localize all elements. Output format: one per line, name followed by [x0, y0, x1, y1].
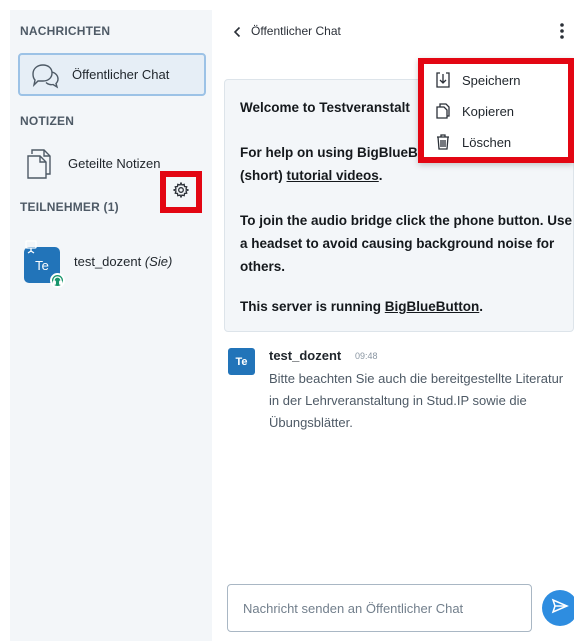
avatar: Te [24, 240, 65, 288]
welcome-line-3: (short) tutorial videos. [240, 164, 574, 187]
welcome-line-4: To join the audio bridge click the phone… [240, 213, 573, 274]
trash-icon [434, 133, 452, 151]
gear-icon [172, 181, 190, 203]
chat-message-input[interactable] [227, 584, 532, 632]
menu-item-save[interactable]: Speichern [434, 68, 521, 92]
menu-item-label: Löschen [462, 134, 512, 150]
menu-item-label: Speichern [462, 72, 521, 88]
notes-section-title: NOTIZEN [20, 114, 75, 128]
chat-header-title: Öffentlicher Chat [251, 24, 341, 38]
participant-name: test_dozent (Sie) [74, 254, 172, 269]
participants-section-title: TEILNEHMER (1) [20, 200, 119, 214]
welcome-text: . [378, 168, 383, 183]
message-time: 09:48 [355, 351, 378, 361]
participant-item[interactable]: Te test_dozent (Sie) [24, 235, 209, 288]
avatar-initials: Te [35, 257, 49, 273]
welcome-course-name: Testveranstalt [319, 100, 410, 115]
bigbluebutton-link[interactable]: BigBlueButton [385, 299, 479, 314]
sidebar: NACHRICHTEN Öffentlicher Chat NOTIZEN Ge… [10, 10, 212, 641]
menu-item-label: Kopieren [462, 103, 515, 119]
presenter-icon [25, 240, 37, 254]
welcome-line-5: This server is running BigBlueButton. [240, 295, 574, 318]
sidebar-item-public-chat[interactable]: Öffentlicher Chat [18, 53, 206, 96]
more-options-icon[interactable] [559, 22, 565, 45]
sidebar-item-label: Geteilte Notizen [68, 156, 161, 171]
participants-settings-button[interactable] [160, 171, 202, 213]
welcome-text: Welcome to [240, 100, 320, 115]
welcome-text: This server is running [240, 299, 385, 314]
chat-bubbles-icon [30, 63, 60, 94]
chevron-left-icon[interactable] [233, 25, 242, 43]
sidebar-item-label: Öffentlicher Chat [72, 67, 170, 82]
welcome-text: . [479, 299, 484, 314]
messages-section-title: NACHRICHTEN [20, 24, 111, 38]
welcome-text: (short) [240, 168, 287, 183]
send-icon [551, 598, 569, 619]
participant-self-tag: (Sie) [144, 254, 173, 269]
notes-icon [26, 148, 52, 185]
welcome-text: For help on using BigBlueB [240, 145, 418, 160]
message-author: test_dozent [269, 348, 342, 363]
chat-options-menu: Speichern Kopieren Löschen [418, 58, 574, 163]
menu-item-delete[interactable]: Löschen [434, 130, 511, 154]
download-icon [434, 71, 452, 89]
headset-icon [50, 273, 65, 288]
menu-item-copy[interactable]: Kopieren [434, 99, 514, 123]
message-avatar: Te [228, 348, 255, 375]
message-text: Bitte beachten Sie auch die bereitgestel… [269, 371, 564, 430]
participant-username: test_dozent [74, 254, 142, 269]
send-button[interactable] [542, 590, 574, 626]
tutorial-videos-link[interactable]: tutorial videos [287, 168, 379, 183]
copy-icon [434, 102, 452, 120]
